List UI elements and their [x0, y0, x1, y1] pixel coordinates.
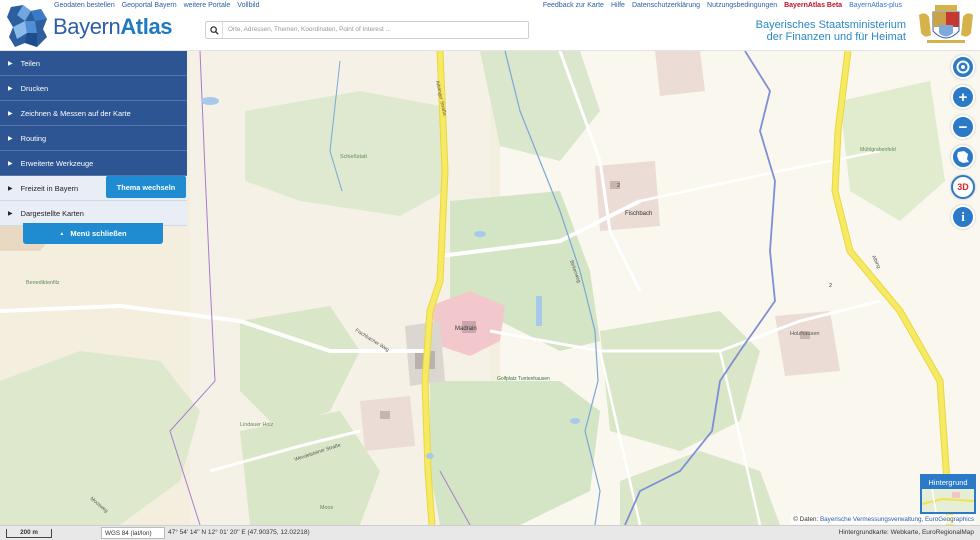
scale-bar: 200 m — [6, 529, 52, 538]
link-feedback[interactable]: Feedback zur Karte — [543, 2, 604, 9]
menu-item-label: Erweiterte Werkzeuge — [20, 158, 94, 168]
chevron-right-icon: ▶ — [8, 110, 13, 117]
three-d-view-icon[interactable]: 3D — [951, 175, 975, 199]
search-icon[interactable] — [206, 22, 223, 38]
link-bayernatlas-beta[interactable]: BayernAtlas Beta — [784, 2, 842, 9]
map-label-field: Schießstatt — [340, 154, 367, 160]
logo-part-atlas: Atlas — [120, 14, 173, 39]
ministry-line-1: Bayerisches Staatsministerium — [755, 19, 906, 31]
top-links-right: Feedback zur Karte Hilfe Datenschutzerkl… — [543, 2, 902, 9]
link-vollbild[interactable]: Vollbild — [237, 2, 259, 9]
menu-item-label: Freizeit in Bayern — [20, 183, 79, 193]
header: Geodaten bestellen Geoportal Bayern weit… — [0, 0, 980, 51]
link-bayernatlas-plus[interactable]: BayernAtlas-plus — [849, 2, 902, 9]
close-menu-button[interactable]: ▲ Menü schließen — [23, 223, 163, 244]
chevron-right-icon: ▶ — [8, 85, 13, 92]
link-hilfe[interactable]: Hilfe — [611, 2, 625, 9]
ministry-title: Bayerisches Staatsministerium der Finanz… — [756, 19, 906, 43]
link-geodaten-bestellen[interactable]: Geodaten bestellen — [54, 2, 115, 9]
map-label-area: Moos — [320, 505, 333, 511]
menu-item-label: Drucken — [20, 83, 49, 93]
background-map-info: Hintergrundkarte: Webkarte, EuroRegional… — [838, 529, 974, 536]
bavaria-map-logo-icon[interactable] — [5, 3, 49, 49]
map-label-place: Holzhausen — [790, 331, 820, 337]
chevron-right-icon: ▶ — [8, 160, 13, 167]
menu-item-label: Zeichnen & Messen auf der Karte — [20, 108, 131, 118]
link-datenschutz[interactable]: Datenschutzerklärung — [632, 2, 700, 9]
link-nutzungsbedingungen[interactable]: Nutzungsbedingungen — [707, 2, 777, 9]
attribution-prefix: © Daten: — [793, 516, 820, 523]
coordinate-readout: 47° 54' 14'' N 12° 01' 20'' E (47.90375,… — [168, 529, 310, 536]
bavaria-overview-icon[interactable] — [951, 145, 975, 169]
ministry-line-2: der Finanzen und für Heimat — [766, 31, 906, 43]
link-geoportal-bayern[interactable]: Geoportal Bayern — [122, 2, 177, 9]
map-label-area: Mühlgrabenfeld — [860, 147, 896, 153]
zoom-out-icon[interactable]: − — [951, 115, 975, 139]
bavarian-coat-of-arms-icon — [919, 5, 973, 43]
map-label-number: 2 — [829, 283, 832, 289]
menu-item-label: Dargestellte Karten — [20, 208, 84, 218]
logo-text[interactable]: BayernAtlas — [53, 14, 173, 39]
chevron-right-icon: ▶ — [8, 210, 13, 217]
menu-item-drucken[interactable]: ▶ Drucken — [0, 76, 187, 101]
menu-item-routing[interactable]: ▶ Routing — [0, 126, 187, 151]
attribution: © Daten: Bayerische Vermessungsverwaltun… — [791, 515, 976, 524]
map-label-field: Benediktenfilz — [26, 280, 60, 286]
chevron-right-icon: ▶ — [8, 135, 13, 142]
chevron-right-icon: ▶ — [8, 185, 13, 192]
search-input[interactable]: Orte, Adressen, Themen, Koordinaten, Poi… — [228, 26, 391, 33]
attribution-link[interactable]: Bayerische Vermessungsverwaltung, EuroGe… — [820, 516, 974, 523]
close-menu-label: Menü schließen — [70, 229, 127, 238]
menu-item-teilen[interactable]: ▶ Teilen — [0, 51, 187, 76]
map-label-golf: Golfplatz Tuntenhausen — [497, 376, 550, 382]
bayernatlas-app: Madrain Fischbach Holzhausen Schießstatt… — [0, 0, 980, 540]
map-label-area: Lindauer Holz — [240, 422, 274, 428]
top-links-left: Geodaten bestellen Geoportal Bayern weit… — [54, 2, 259, 9]
zoom-in-icon[interactable]: + — [951, 85, 975, 109]
menu-item-zeichnen-messen[interactable]: ▶ Zeichnen & Messen auf der Karte — [0, 101, 187, 126]
map-label-number: 2 — [617, 183, 620, 189]
logo-part-bayern: Bayern — [53, 14, 121, 39]
status-bar: 200 m WGS 84 (lat/lon) 47° 54' 14'' N 12… — [0, 525, 980, 540]
crs-select[interactable]: WGS 84 (lat/lon) — [101, 527, 165, 539]
chevron-right-icon: ▶ — [8, 60, 13, 67]
link-weitere-portale[interactable]: weitere Portale — [184, 2, 231, 9]
thema-wechseln-button[interactable]: Thema wechseln — [106, 176, 186, 198]
locate-icon[interactable] — [951, 55, 975, 79]
menu-item-label: Routing — [20, 133, 47, 143]
background-map-selector[interactable]: Hintergrund — [920, 474, 976, 514]
background-label: Hintergrund — [922, 476, 974, 489]
side-menu: ▶ Teilen ▶ Drucken ▶ Zeichnen & Messen auf … — [0, 51, 187, 226]
map-label-place: Madrain — [455, 326, 477, 332]
search-field[interactable]: Orte, Adressen, Themen, Koordinaten, Poi… — [205, 21, 529, 39]
info-icon[interactable]: i — [951, 205, 975, 229]
menu-item-label: Teilen — [20, 58, 40, 68]
menu-item-erweiterte-werkzeuge[interactable]: ▶ Erweiterte Werkzeuge — [0, 151, 187, 176]
background-thumbnail[interactable] — [921, 488, 975, 513]
chevron-up-icon: ▲ — [59, 230, 65, 237]
map-label-place: Fischbach — [625, 211, 652, 217]
